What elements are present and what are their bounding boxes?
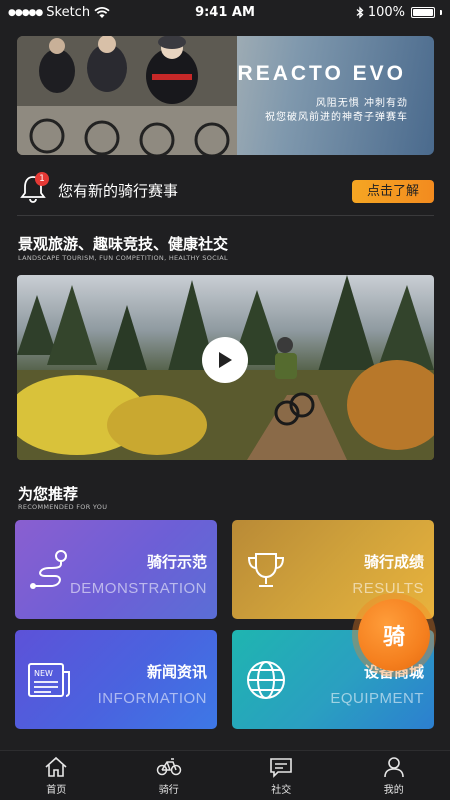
section-subtitle-landscape: LANDSCAPE TOURISM, FUN COMPETITION, HEAL… (18, 254, 228, 262)
status-right: 100% (356, 5, 442, 20)
notification-badge: 1 (35, 172, 49, 186)
bluetooth-icon (356, 6, 364, 19)
promo-banner[interactable]: REACTO EVO 风阻无惧 冲刺有劲 祝您破风前进的神奇子弹赛车 (17, 36, 434, 155)
event-notice: 1 您有新的骑行赛事 点击了解 (17, 168, 434, 212)
tab-bar: 首页 骑行 社交 我的 (0, 750, 450, 800)
trophy-icon (247, 553, 285, 587)
route-icon (30, 550, 67, 589)
battery-percent: 100% (367, 5, 405, 20)
learn-more-button[interactable]: 点击了解 (352, 180, 434, 203)
status-bar: ●●●●● Sketch 9:41 AM 100% (0, 0, 450, 26)
tab-ride-label: 骑行 (158, 784, 179, 796)
bicycle-icon (156, 757, 181, 775)
battery-tip (440, 10, 442, 15)
demonstration-title: 骑行示范 (146, 553, 207, 571)
tab-social[interactable]: 社交 (225, 751, 338, 800)
information-title: 新闻资讯 (146, 663, 207, 681)
section-title-landscape: 景观旅游、趣味竞技、健康社交 (18, 235, 229, 253)
banner-subtitle-2: 祝您破风前进的神奇子弹赛车 (265, 112, 408, 123)
home-icon (45, 756, 67, 777)
tab-ride[interactable]: 骑行 (113, 751, 226, 800)
banner-subtitle-1: 风阻无惧 冲刺有劲 (315, 98, 408, 109)
results-title: 骑行成绩 (363, 553, 424, 571)
divider (17, 215, 434, 216)
ride-start-button[interactable]: 骑 (358, 599, 430, 671)
user-icon (383, 756, 404, 777)
newspaper-icon: NEW (28, 663, 70, 697)
chat-icon (270, 757, 293, 778)
tab-mine-label: 我的 (383, 784, 404, 796)
play-icon (219, 352, 232, 368)
play-button[interactable] (202, 337, 248, 383)
equipment-subtitle: EQUIPMENT (330, 690, 424, 707)
section-title-recommend: 为您推荐 (18, 485, 79, 503)
tab-mine[interactable]: 我的 (338, 751, 450, 800)
globe-icon (247, 661, 285, 699)
notice-text: 您有新的骑行赛事 (58, 182, 179, 200)
cyclists-image (17, 36, 237, 155)
information-card[interactable]: NEW 新闻资讯 INFORMATION (15, 630, 217, 729)
demonstration-subtitle: DEMONSTRATION (69, 580, 207, 597)
section-subtitle-recommend: RECOMMENDED FOR YOU (18, 503, 108, 511)
promo-video[interactable] (17, 275, 434, 460)
banner-title: REACTO EVO (237, 62, 406, 85)
tab-home-label: 首页 (46, 784, 67, 796)
tab-home[interactable]: 首页 (0, 751, 113, 800)
tab-social-label: 社交 (271, 784, 292, 796)
information-subtitle: INFORMATION (97, 690, 207, 707)
svg-text:NEW: NEW (34, 669, 53, 678)
battery-icon (411, 7, 435, 18)
demonstration-card[interactable]: 骑行示范 DEMONSTRATION (15, 520, 217, 619)
results-subtitle: RESULTS (352, 580, 424, 597)
